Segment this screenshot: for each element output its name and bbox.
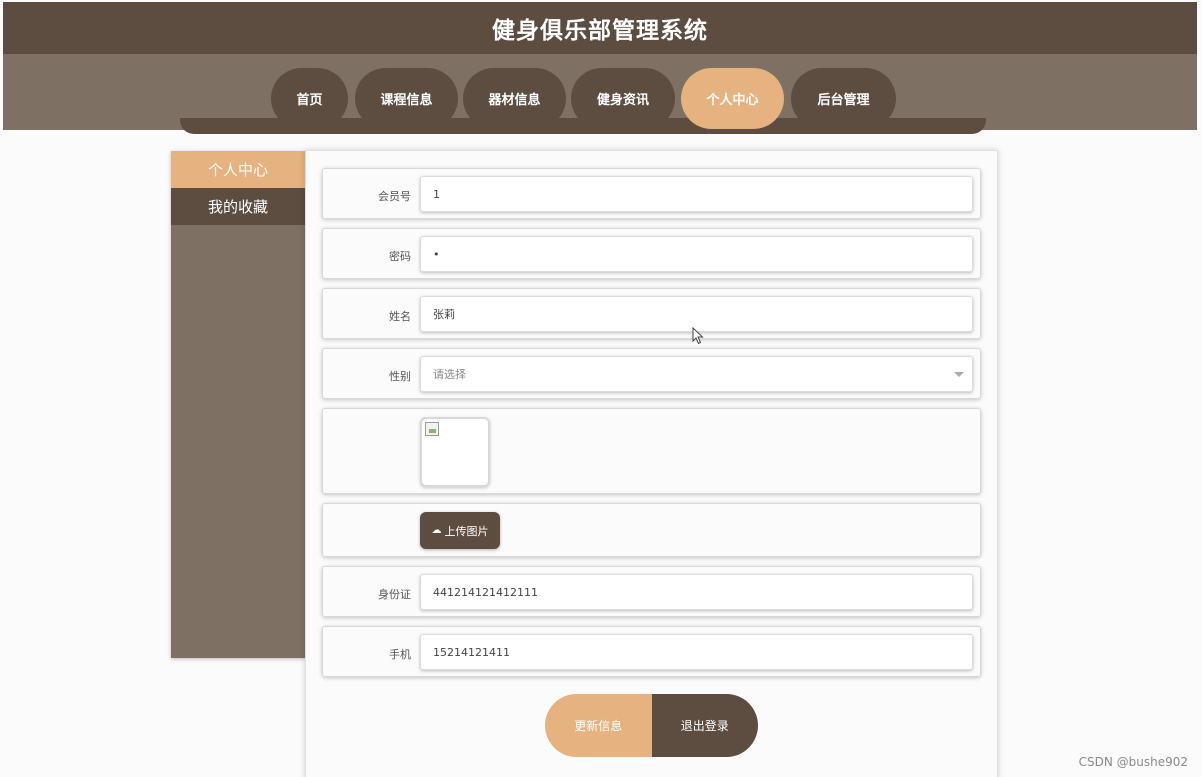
member-no-input[interactable]: 1 (420, 176, 973, 212)
gender-select-placeholder: 请选择 (433, 368, 466, 381)
broken-image-icon (425, 422, 439, 436)
upload-image-button[interactable]: ☁ 上传图片 (420, 512, 500, 549)
nav-admin[interactable]: 后台管理 (791, 68, 896, 129)
form-row-upload: ☁ 上传图片 (322, 503, 981, 557)
id-card-input[interactable]: 441214121412111 (420, 574, 973, 610)
form-row-id-card: 身份证 441214121412111 (322, 566, 981, 617)
update-info-button[interactable]: 更新信息 (545, 694, 652, 757)
sidebar: 个人中心 我的收藏 (171, 151, 305, 658)
form-row-phone: 手机 15214121411 (322, 626, 981, 677)
nav-news[interactable]: 健身资讯 (571, 68, 675, 129)
password-input[interactable]: • (420, 236, 973, 272)
logout-button[interactable]: 退出登录 (651, 694, 758, 757)
id-card-label: 身份证 (378, 588, 411, 601)
sidebar-item-profile[interactable]: 个人中心 (171, 151, 305, 188)
phone-label: 手机 (389, 648, 411, 661)
name-label: 姓名 (389, 310, 411, 323)
chevron-down-icon (954, 372, 964, 377)
nav-home[interactable]: 首页 (271, 68, 348, 129)
gender-select[interactable]: 请选择 (420, 356, 973, 392)
nav-profile[interactable]: 个人中心 (681, 68, 784, 129)
form-row-password: 密码 • (322, 228, 981, 279)
watermark: CSDN @bushe902 (1078, 755, 1188, 769)
nav-equipment[interactable]: 器材信息 (463, 68, 566, 129)
top-header: 健身俱乐部管理系统 (3, 2, 1197, 54)
avatar-preview (420, 417, 490, 487)
form-row-member-no: 会员号 1 (322, 168, 981, 219)
upload-button-label: 上传图片 (444, 524, 489, 538)
profile-form-panel: 会员号 1 密码 • 姓名 张莉 性别 请选择 ☁ 上传图片 身份证 44121… (305, 150, 998, 777)
gender-label: 性别 (389, 370, 411, 383)
nav-courses[interactable]: 课程信息 (355, 68, 458, 129)
site-title: 健身俱乐部管理系统 (492, 18, 708, 44)
action-buttons: 更新信息 退出登录 (545, 694, 758, 757)
password-label: 密码 (389, 250, 411, 263)
phone-input[interactable]: 15214121411 (420, 634, 973, 670)
cloud-upload-icon: ☁ (431, 524, 442, 536)
form-row-avatar (322, 408, 981, 494)
form-row-gender: 性别 请选择 (322, 348, 981, 399)
mouse-cursor-icon (692, 327, 704, 345)
form-row-name: 姓名 张莉 (322, 288, 981, 339)
sidebar-item-favorites[interactable]: 我的收藏 (171, 188, 305, 225)
member-no-label: 会员号 (378, 190, 411, 203)
